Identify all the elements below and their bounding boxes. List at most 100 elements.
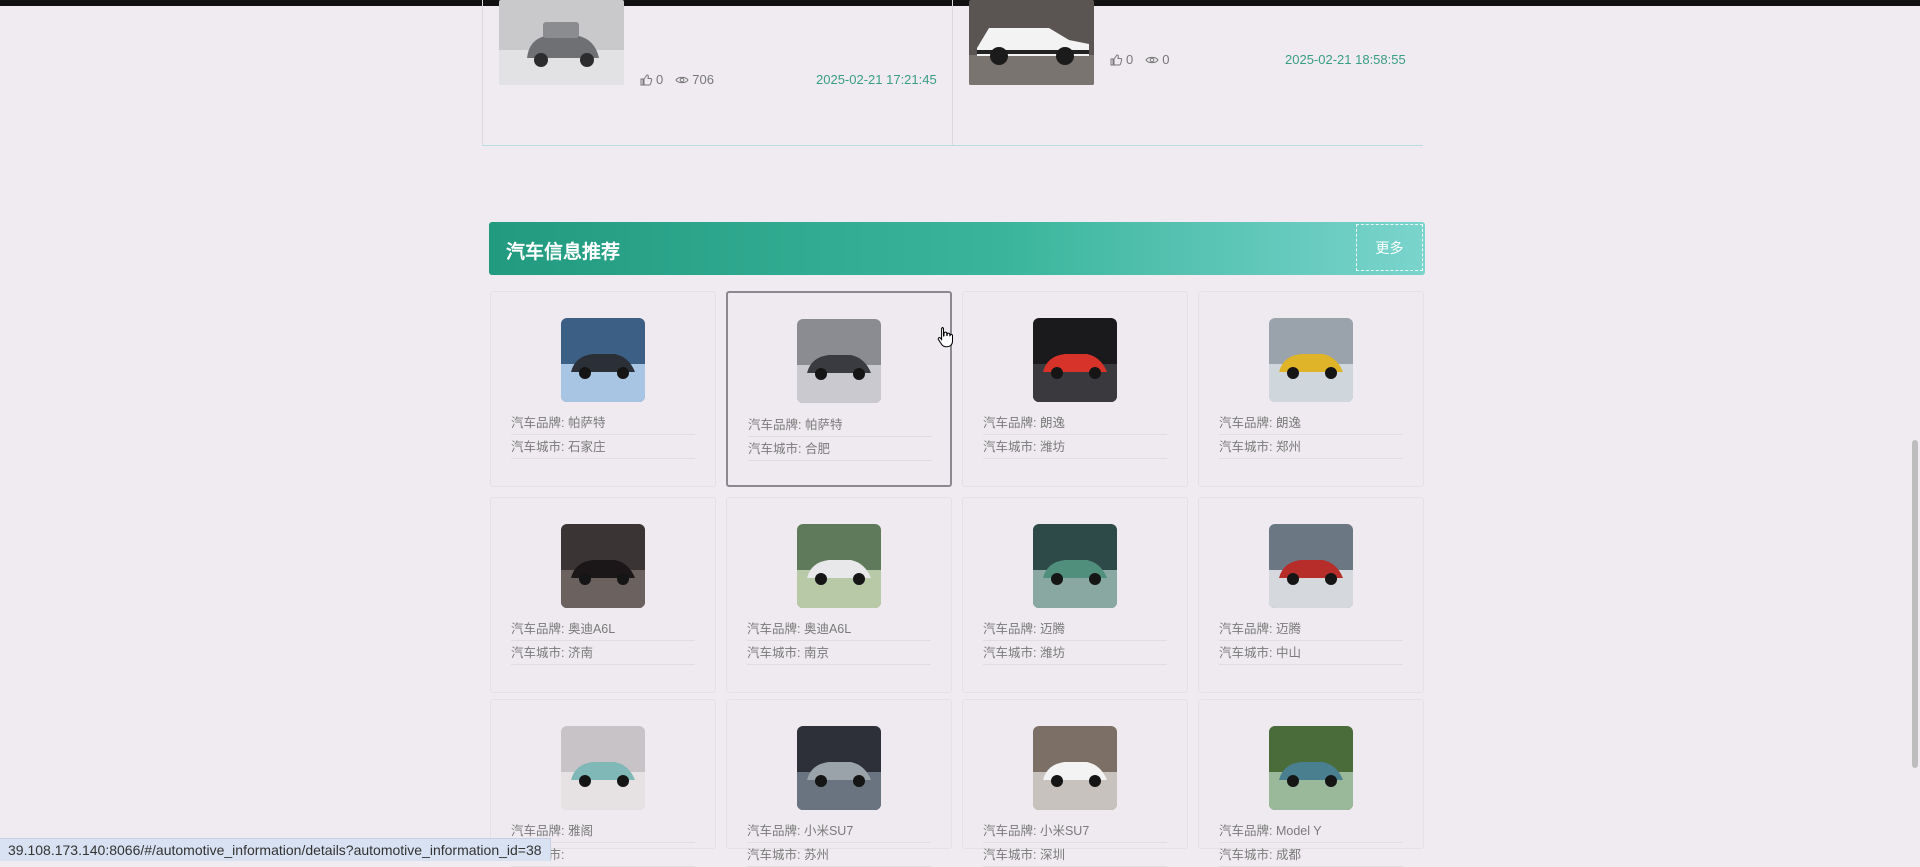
more-button[interactable]: 更多 xyxy=(1356,224,1423,271)
red-coupe-photo[interactable] xyxy=(1269,524,1353,608)
car-card[interactable]: 汽车品牌: 帕萨特 汽车城市: 石家庄 xyxy=(490,291,716,487)
status-url-bar: 39.108.173.140:8066/#/automotive_informa… xyxy=(0,838,551,861)
car-city: 汽车城市: 成都 xyxy=(1219,844,1403,867)
car-card[interactable]: 汽车品牌: 奥迪A6L 汽车城市: 南京 xyxy=(726,497,952,693)
scrollbar-thumb[interactable] xyxy=(1912,440,1918,768)
car-card[interactable]: 汽车品牌: 迈腾 汽车城市: 中山 xyxy=(1198,497,1424,693)
car-brand-label: 汽车品牌: xyxy=(1219,824,1276,838)
yellow-offroad-car-photo[interactable] xyxy=(1269,318,1353,402)
car-city: 汽车城市: 南京 xyxy=(747,642,931,665)
mint-mini-car-photo[interactable] xyxy=(561,726,645,810)
thumbs-up-icon[interactable] xyxy=(639,73,653,87)
car-city: 汽车城市: 潍坊 xyxy=(983,436,1167,459)
eye-icon xyxy=(1145,53,1159,67)
car-city: 汽车城市: 深圳 xyxy=(983,844,1167,867)
grey-sedan-photo[interactable] xyxy=(797,726,881,810)
car-brand-value: 小米SU7 xyxy=(1039,824,1090,838)
car-city-value: 潍坊 xyxy=(1039,440,1065,454)
news-item[interactable]: 0 706 2025-02-21 17:21:45 xyxy=(482,0,952,145)
news-thumbnail[interactable] xyxy=(969,0,1094,85)
section-header: 汽车信息推荐 更多 xyxy=(489,222,1425,275)
car-brand-label: 汽车品牌: xyxy=(748,418,805,432)
car-city-label: 汽车城市: xyxy=(983,848,1040,862)
car-city: 汽车城市: 合肥 xyxy=(748,438,932,461)
car-card[interactable]: 汽车品牌: 雅阁汽车城市: xyxy=(490,699,716,867)
car-brand: 汽车品牌: 朗逸 xyxy=(983,412,1167,435)
car-brand: 汽车品牌: 迈腾 xyxy=(983,618,1167,641)
car-city-value: 潍坊 xyxy=(1039,646,1065,660)
car-city-label: 汽车城市: xyxy=(1219,440,1276,454)
dark-suv-car-photo[interactable] xyxy=(797,319,881,403)
car-brand-value: 迈腾 xyxy=(1275,622,1301,636)
teal-car-road-photo[interactable] xyxy=(1269,726,1353,810)
car-brand: 汽车品牌: 小米SU7 xyxy=(747,820,931,843)
car-city-value: 深圳 xyxy=(1039,848,1065,862)
car-city: 汽车城市: 潍坊 xyxy=(983,642,1167,665)
car-brand-value: 小米SU7 xyxy=(803,824,854,838)
car-brand: 汽车品牌: 帕萨特 xyxy=(511,412,695,435)
car-brand-label: 汽车品牌: xyxy=(983,824,1040,838)
car-city-label: 汽车城市: xyxy=(1219,848,1276,862)
car-card[interactable]: 汽车品牌: 帕萨特 汽车城市: 合肥 xyxy=(726,291,952,487)
car-city-label: 汽车城市: xyxy=(747,848,804,862)
car-card[interactable]: 汽车品牌: 朗逸 汽车城市: 潍坊 xyxy=(962,291,1188,487)
car-brand-label: 汽车品牌: xyxy=(511,416,568,430)
car-card[interactable]: 汽车品牌: 奥迪A6L 汽车城市: 济南 xyxy=(490,497,716,693)
blue-sedan-car-photo[interactable] xyxy=(561,318,645,402)
car-city-value: 苏州 xyxy=(803,848,829,862)
thumbs-up-icon[interactable] xyxy=(1109,53,1123,67)
red-sports-car-photo[interactable] xyxy=(1033,318,1117,402)
car-brand: 汽车品牌: Model Y xyxy=(1219,820,1403,843)
car-brand-value: 帕萨特 xyxy=(804,418,843,432)
car-brand-label: 汽车品牌: xyxy=(983,416,1040,430)
car-brand-value: 朗逸 xyxy=(1275,416,1301,430)
news-item[interactable]: 0 0 2025-02-21 18:58:55 xyxy=(952,0,1422,145)
car-city-label: 汽车城市: xyxy=(983,646,1040,660)
car-brand-value: 迈腾 xyxy=(1039,622,1065,636)
car-city-value: 合肥 xyxy=(804,442,830,456)
car-brand-value: Model Y xyxy=(1275,824,1322,838)
news-thumbnail[interactable] xyxy=(499,0,624,85)
car-card[interactable]: 汽车品牌: 迈腾 汽车城市: 潍坊 xyxy=(962,497,1188,693)
car-brand: 汽车品牌: 朗逸 xyxy=(1219,412,1403,435)
car-brand-label: 汽车品牌: xyxy=(511,622,568,636)
car-card[interactable]: 汽车品牌: 小米SU7 汽车城市: 深圳 xyxy=(962,699,1188,867)
white-suv-photo[interactable] xyxy=(797,524,881,608)
like-count: 0 xyxy=(656,72,664,87)
car-city-label: 汽车城市: xyxy=(511,646,568,660)
car-brand-label: 汽车品牌: xyxy=(511,824,568,838)
car-city-value: 南京 xyxy=(803,646,829,660)
car-brand: 汽车品牌: 小米SU7 xyxy=(983,820,1167,843)
car-brand-value: 帕萨特 xyxy=(567,416,606,430)
view-count: 706 xyxy=(692,72,714,87)
eye-icon xyxy=(675,73,689,87)
car-city-label: 汽车城市: xyxy=(983,440,1040,454)
news-date: 2025-02-21 18:58:55 xyxy=(1285,52,1406,67)
car-city: 汽车城市: 石家庄 xyxy=(511,436,695,459)
white-sports-car-photo[interactable] xyxy=(1033,726,1117,810)
news-date: 2025-02-21 17:21:45 xyxy=(816,72,937,87)
black-luxury-suv-photo[interactable] xyxy=(561,524,645,608)
car-card[interactable]: 汽车品牌: 小米SU7 汽车城市: 苏州 xyxy=(726,699,952,867)
car-brand-label: 汽车品牌: xyxy=(747,622,804,636)
car-card[interactable]: 汽车品牌: 朗逸 汽车城市: 郑州 xyxy=(1198,291,1424,487)
car-brand-value: 奥迪A6L xyxy=(567,622,616,636)
car-brand: 汽车品牌: 帕萨特 xyxy=(748,414,932,437)
hand-cursor-icon xyxy=(937,327,953,348)
car-city-label: 汽车城市: xyxy=(511,440,568,454)
view-count: 0 xyxy=(1162,52,1170,67)
car-brand-value: 雅阁 xyxy=(567,824,593,838)
car-brand-label: 汽车品牌: xyxy=(1219,416,1276,430)
car-city: 汽车城市: 苏州 xyxy=(747,844,931,867)
car-city-value: 成都 xyxy=(1275,848,1301,862)
green-sports-car-photo[interactable] xyxy=(1033,524,1117,608)
car-card[interactable]: 汽车品牌: Model Y 汽车城市: 成都 xyxy=(1198,699,1424,867)
car-brand-label: 汽车品牌: xyxy=(1219,622,1276,636)
car-city: 汽车城市: 济南 xyxy=(511,642,695,665)
section-title: 汽车信息推荐 xyxy=(506,242,621,263)
car-brand-value: 朗逸 xyxy=(1039,416,1065,430)
car-brand: 汽车品牌: 奥迪A6L xyxy=(511,618,695,641)
car-brand-value: 奥迪A6L xyxy=(803,622,852,636)
car-city-value: 石家庄 xyxy=(567,440,606,454)
news-list: 0 706 2025-02-21 17:21:45 0 0 2025-02-21… xyxy=(482,0,1423,146)
